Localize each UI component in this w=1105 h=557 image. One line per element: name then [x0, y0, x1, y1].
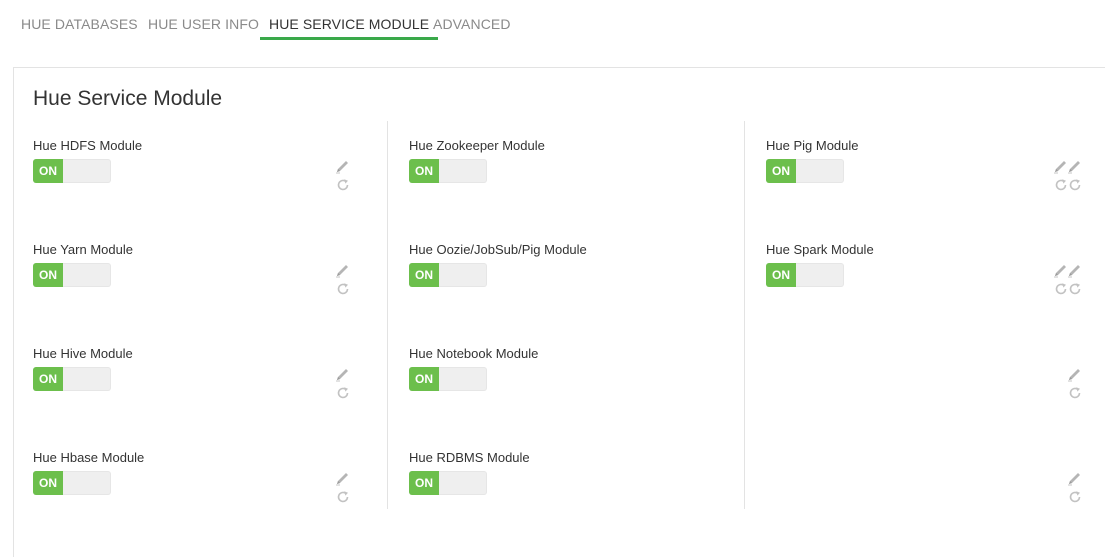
- toggle-on-label: ON: [409, 159, 439, 183]
- refresh-icon[interactable]: [1054, 282, 1068, 296]
- module-item: Hue RDBMS Module ON: [409, 450, 1081, 550]
- toggle-knob[interactable]: [439, 367, 487, 391]
- module-toggle[interactable]: ON: [409, 159, 487, 183]
- module-toggle[interactable]: ON: [409, 367, 487, 391]
- toggle-on-label: ON: [33, 263, 63, 287]
- module-label: Hue Zookeeper Module: [409, 138, 545, 153]
- toggle-knob[interactable]: [439, 263, 487, 287]
- pencil-icon[interactable]: [335, 368, 351, 382]
- refresh-icon[interactable]: [1068, 490, 1082, 504]
- toggle-on-label: ON: [766, 263, 796, 287]
- tab-hue-databases[interactable]: HUE DATABASES: [12, 16, 147, 42]
- toggle-knob[interactable]: [439, 159, 487, 183]
- module-label: Hue Oozie/JobSub/Pig Module: [409, 242, 587, 257]
- pencil-icon[interactable]: [1053, 160, 1069, 174]
- module-item: Hue Notebook Module ON: [409, 346, 1081, 446]
- toggle-knob[interactable]: [63, 159, 111, 183]
- module-toggle[interactable]: ON: [33, 159, 111, 183]
- module-toggle[interactable]: ON: [766, 263, 844, 287]
- column-divider: [387, 121, 388, 509]
- module-item: Hue Zookeeper Module ON: [409, 138, 1081, 238]
- refresh-icon[interactable]: [336, 178, 350, 192]
- pencil-icon[interactable]: [1053, 264, 1069, 278]
- refresh-icon[interactable]: [336, 386, 350, 400]
- toggle-on-label: ON: [33, 367, 63, 391]
- module-label: Hue Spark Module: [766, 242, 874, 257]
- refresh-icon[interactable]: [1068, 386, 1082, 400]
- module-toggle[interactable]: ON: [409, 471, 487, 495]
- module-toggle[interactable]: ON: [33, 367, 111, 391]
- module-label: Hue RDBMS Module: [409, 450, 530, 465]
- module-toggle[interactable]: ON: [766, 159, 844, 183]
- module-label: Hue Pig Module: [766, 138, 859, 153]
- toggle-on-label: ON: [33, 471, 63, 495]
- module-toggle[interactable]: ON: [409, 263, 487, 287]
- module-item: Hue Hbase Module ON: [33, 450, 373, 550]
- toggle-knob[interactable]: [439, 471, 487, 495]
- pencil-icon[interactable]: [335, 472, 351, 486]
- module-label: Hue Notebook Module: [409, 346, 539, 361]
- module-item: Hue Hive Module ON: [33, 346, 373, 446]
- toggle-on-label: ON: [766, 159, 796, 183]
- tab-bar: HUE DATABASES HUE USER INFO HUE SERVICE …: [0, 0, 1105, 42]
- module-toggle[interactable]: ON: [33, 471, 111, 495]
- toggle-knob[interactable]: [796, 263, 844, 287]
- module-item: Hue HDFS Module ON: [33, 138, 373, 238]
- pencil-icon[interactable]: [1067, 472, 1083, 486]
- toggle-knob[interactable]: [796, 159, 844, 183]
- module-label: Hue Hive Module: [33, 346, 133, 361]
- pencil-icon[interactable]: [335, 264, 351, 278]
- pencil-icon[interactable]: [1067, 368, 1083, 382]
- module-label: Hue HDFS Module: [33, 138, 143, 153]
- toggle-on-label: ON: [409, 471, 439, 495]
- toggle-on-label: ON: [33, 159, 63, 183]
- tab-advanced[interactable]: ADVANCED: [424, 16, 520, 42]
- refresh-icon[interactable]: [336, 282, 350, 296]
- toggle-knob[interactable]: [63, 471, 111, 495]
- tab-hue-service-module[interactable]: HUE SERVICE MODULE: [260, 16, 439, 42]
- service-module-panel: Hue Service Module Hue HDFS Module ON Hue …: [13, 67, 1105, 557]
- module-item: Hue Pig Module ON: [766, 138, 1105, 238]
- module-toggle[interactable]: ON: [33, 263, 111, 287]
- module-item: Hue Oozie/JobSub/Pig Module ON: [409, 242, 1081, 342]
- tab-hue-user-info[interactable]: HUE USER INFO: [139, 16, 268, 42]
- toggle-knob[interactable]: [63, 263, 111, 287]
- toggle-knob[interactable]: [63, 367, 111, 391]
- module-item: Hue Spark Module ON: [766, 242, 1105, 342]
- pencil-icon[interactable]: [335, 160, 351, 174]
- module-label: Hue Yarn Module: [33, 242, 133, 257]
- panel-title: Hue Service Module: [33, 87, 223, 110]
- module-item: Hue Yarn Module ON: [33, 242, 373, 342]
- toggle-on-label: ON: [409, 263, 439, 287]
- toggle-on-label: ON: [409, 367, 439, 391]
- refresh-icon[interactable]: [1054, 178, 1068, 192]
- refresh-icon[interactable]: [336, 490, 350, 504]
- module-label: Hue Hbase Module: [33, 450, 145, 465]
